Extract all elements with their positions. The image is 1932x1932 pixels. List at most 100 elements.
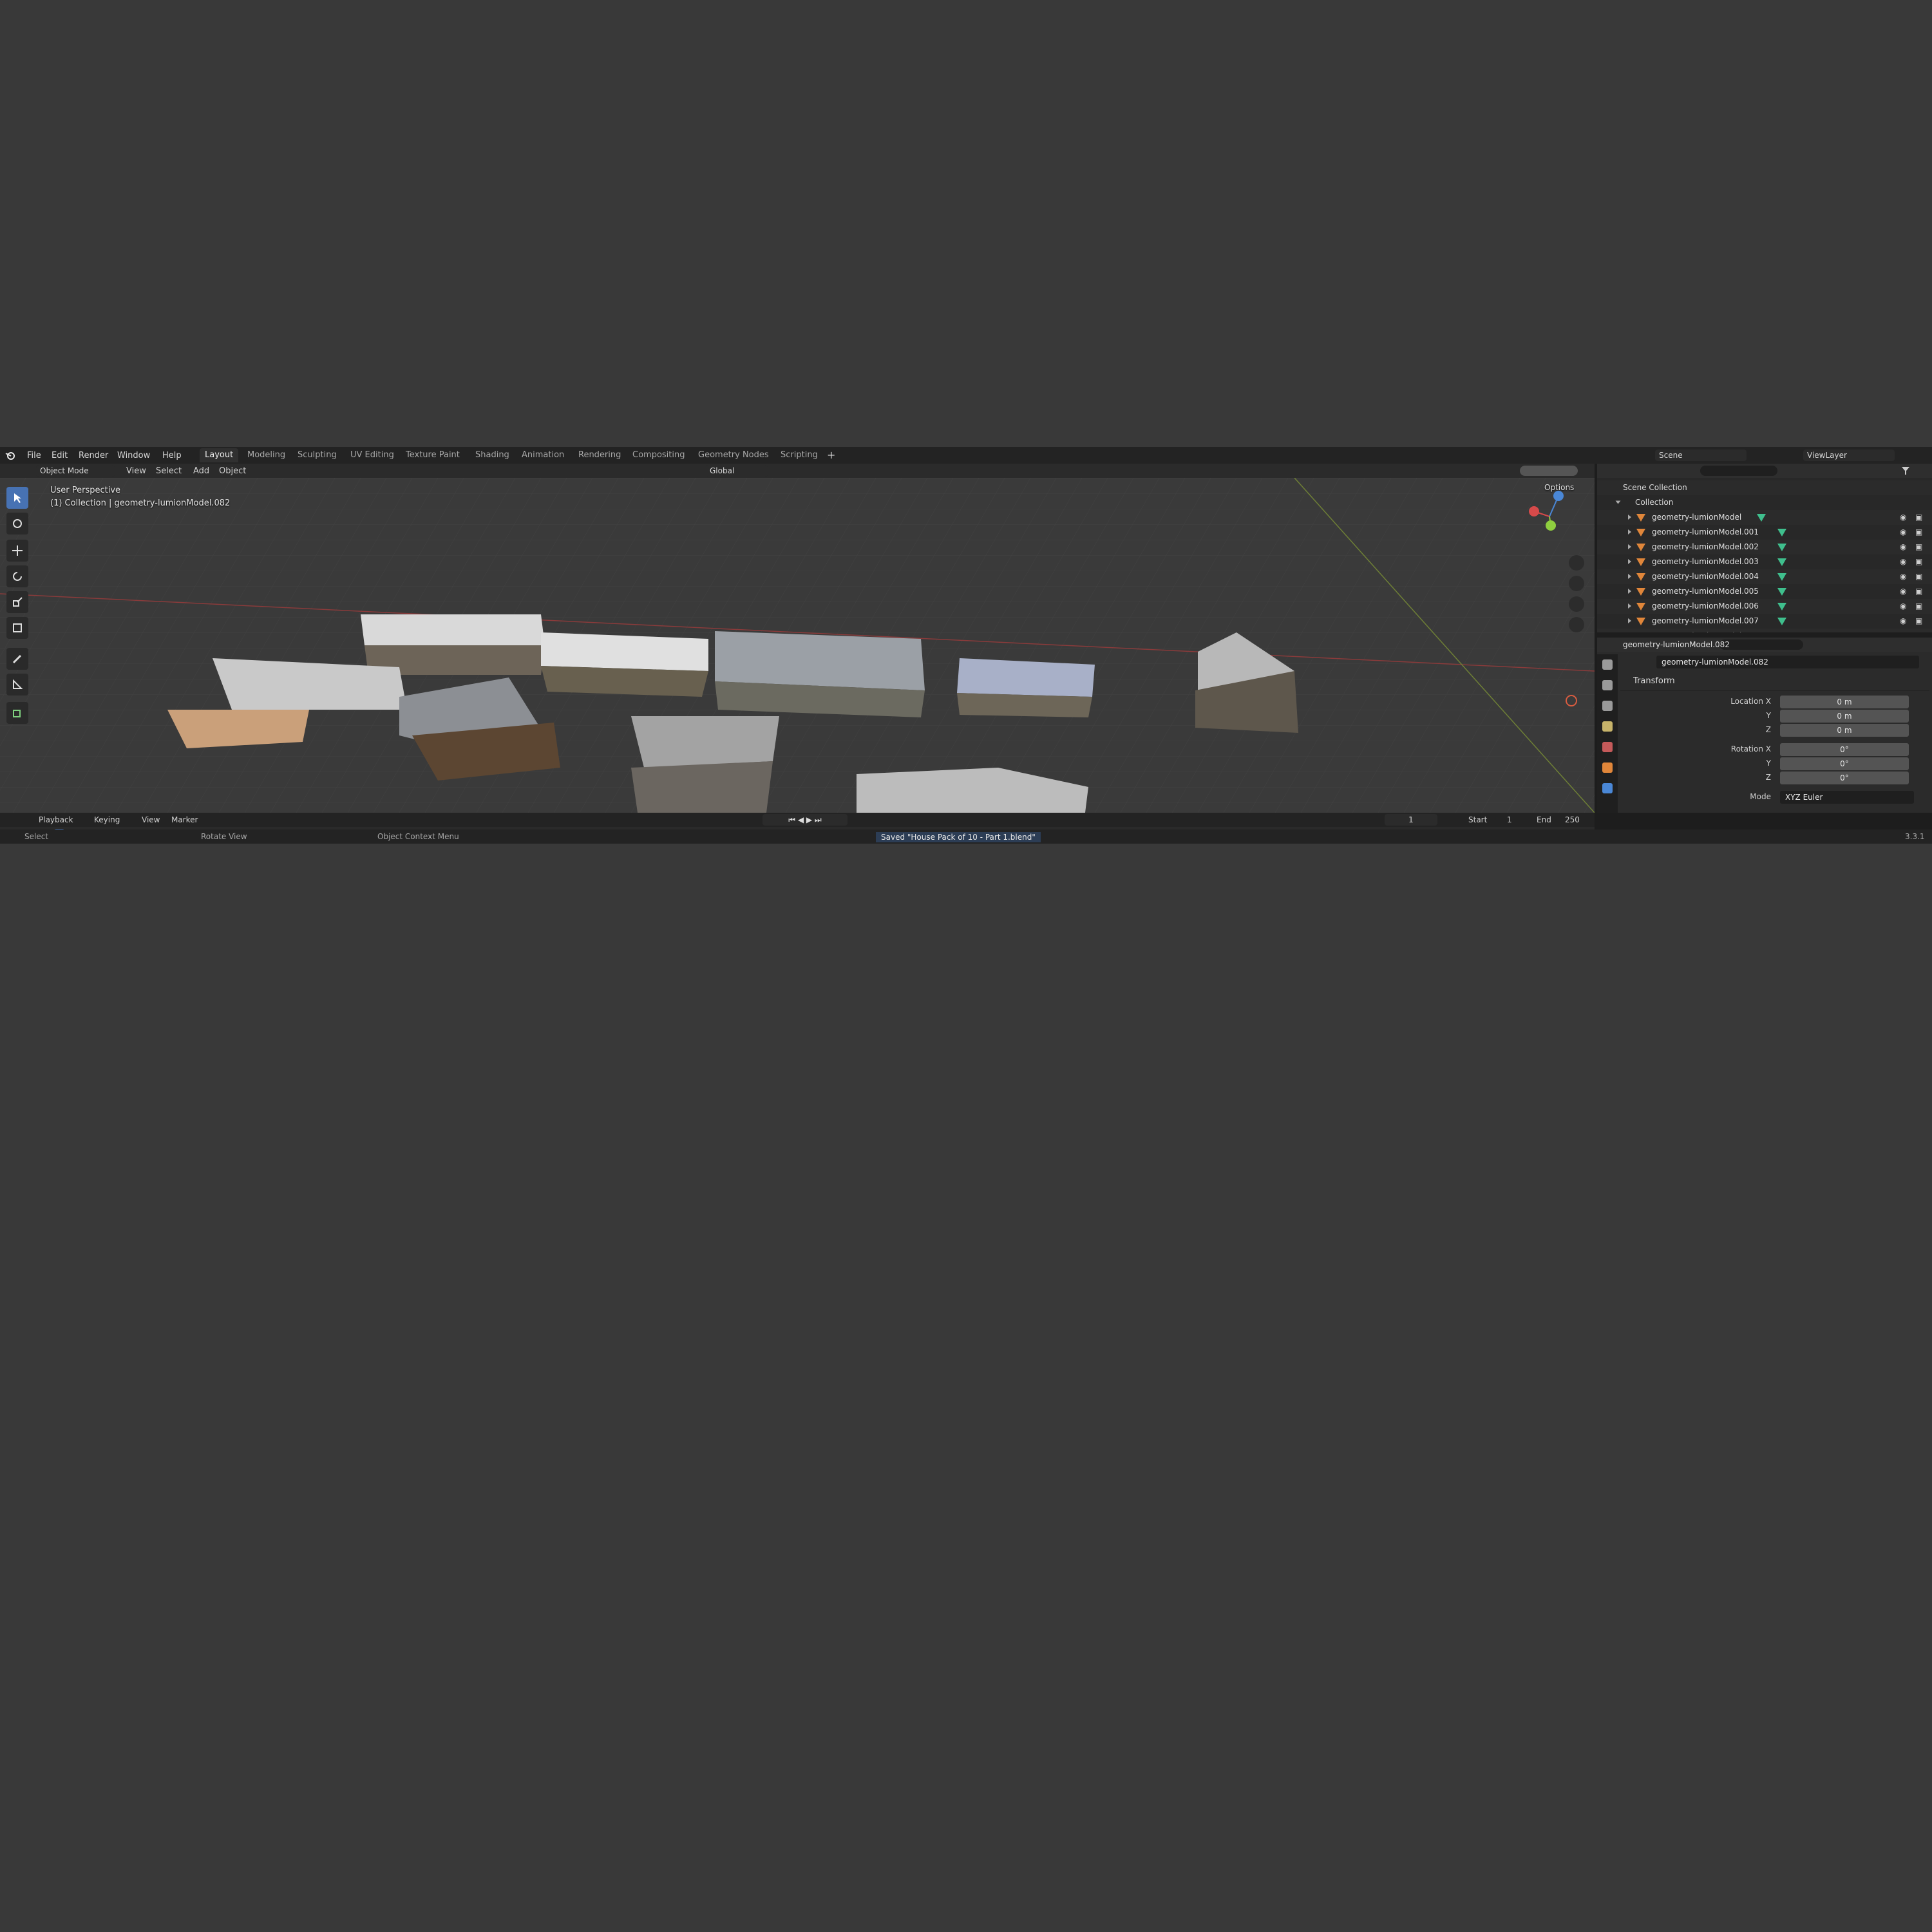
collection-row[interactable]: Collection (1597, 495, 1932, 510)
cursor-tool[interactable] (6, 513, 28, 535)
menu-help[interactable]: Help (162, 451, 182, 460)
render-camera-icon[interactable]: ▣ (1915, 599, 1922, 614)
outliner-item[interactable]: geometry-lumionModel.007 ◉ ▣ (1597, 614, 1932, 629)
tab-rendering[interactable]: Rendering (573, 448, 626, 462)
render-camera-icon[interactable]: ▣ (1915, 554, 1922, 569)
world-tab-icon[interactable] (1602, 742, 1613, 752)
rotate-tool[interactable] (6, 565, 28, 587)
tab-geometry-nodes[interactable]: Geometry Nodes (693, 448, 774, 462)
scale-tool[interactable] (6, 591, 28, 613)
move-tool[interactable] (6, 540, 28, 562)
outliner-search-input[interactable] (1700, 466, 1777, 476)
menu-edit[interactable]: Edit (52, 451, 68, 460)
end-field[interactable]: 250 (1565, 815, 1580, 824)
menu-view[interactable]: View (126, 466, 146, 476)
expand-icon[interactable] (1628, 618, 1631, 623)
output-tab-icon[interactable] (1602, 701, 1613, 711)
measure-tool[interactable] (6, 674, 28, 696)
visibility-eye-icon[interactable]: ◉ (1900, 599, 1906, 614)
transform-panel-header[interactable]: Transform (1620, 672, 1929, 691)
rotation-x-field[interactable]: 0° (1780, 743, 1909, 756)
render-camera-icon[interactable]: ▣ (1915, 629, 1922, 632)
current-frame-field[interactable]: 1 (1385, 814, 1437, 826)
view-layer-selector[interactable]: ViewLayer (1803, 450, 1895, 461)
expand-icon[interactable] (1628, 574, 1631, 579)
expand-icon[interactable] (1628, 544, 1631, 549)
outliner-item[interactable]: geometry-lumionModel.002 ◉ ▣ (1597, 540, 1932, 554)
tab-texture-paint[interactable]: Texture Paint (401, 448, 465, 462)
visibility-eye-icon[interactable]: ◉ (1900, 629, 1906, 632)
grid-icon[interactable] (1569, 617, 1584, 632)
visibility-eye-icon[interactable]: ◉ (1900, 510, 1906, 525)
menu-file[interactable]: File (27, 451, 41, 460)
expand-icon[interactable] (1628, 529, 1631, 535)
mode-selector[interactable]: Object Mode (36, 465, 115, 477)
outliner-item[interactable]: geometry-lumionModel.005 ◉ ▣ (1597, 584, 1932, 599)
menu-view[interactable]: View (142, 815, 160, 824)
expand-icon[interactable] (1615, 500, 1621, 504)
menu-playback[interactable]: Playback (39, 815, 73, 824)
menu-keying[interactable]: Keying (94, 815, 120, 824)
location-z-field[interactable]: 0 m (1780, 724, 1909, 737)
outliner-item[interactable]: geometry-lumionModel ◉ ▣ (1597, 510, 1932, 525)
shading-buttons[interactable] (1520, 466, 1578, 476)
modifier-tab-icon[interactable] (1602, 783, 1613, 793)
menu-marker[interactable]: Marker (171, 815, 198, 824)
render-camera-icon[interactable]: ▣ (1915, 510, 1922, 525)
select-box-tool[interactable] (6, 487, 28, 509)
scene-collection-row[interactable]: Scene Collection (1597, 480, 1932, 495)
tab-scripting[interactable]: Scripting (775, 448, 823, 462)
tab-modeling[interactable]: Modeling (242, 448, 290, 462)
add-workspace-icon[interactable]: + (827, 449, 835, 461)
playback-controls[interactable]: ⏮ ◀ ▶ ⏭ (762, 814, 848, 826)
outliner-item[interactable]: geometry-lumionModel.001 ◉ ▣ (1597, 525, 1932, 540)
render-camera-icon[interactable]: ▣ (1915, 569, 1922, 584)
outliner-item[interactable]: geometry-lumionModel.006 ◉ ▣ (1597, 599, 1932, 614)
tab-layout[interactable]: Layout (200, 448, 239, 462)
visibility-eye-icon[interactable]: ◉ (1900, 569, 1906, 584)
orientation-selector[interactable]: Global (706, 465, 768, 477)
menu-object[interactable]: Object (219, 466, 246, 476)
outliner-item[interactable]: geometry-lumionModel.008 ◉ ▣ (1597, 629, 1932, 632)
menu-render[interactable]: Render (79, 451, 108, 460)
location-y-field[interactable]: 0 m (1780, 710, 1909, 723)
tab-compositing[interactable]: Compositing (627, 448, 690, 462)
transform-tool[interactable] (6, 617, 28, 639)
rotation-z-field[interactable]: 0° (1780, 772, 1909, 784)
expand-icon[interactable] (1628, 515, 1631, 520)
pan-icon[interactable] (1569, 576, 1584, 591)
tab-uv-editing[interactable]: UV Editing (345, 448, 399, 462)
visibility-eye-icon[interactable]: ◉ (1900, 614, 1906, 629)
rotation-mode-select[interactable]: XYZ Euler (1780, 791, 1914, 804)
tab-sculpting[interactable]: Sculpting (292, 448, 342, 462)
object-name-field[interactable]: geometry-lumionModel.082 (1656, 656, 1919, 668)
tab-shading[interactable]: Shading (470, 448, 515, 462)
properties-search-input[interactable] (1719, 639, 1803, 650)
filter-icon[interactable] (1901, 466, 1910, 475)
render-camera-icon[interactable]: ▣ (1915, 540, 1922, 554)
render-camera-icon[interactable]: ▣ (1915, 525, 1922, 540)
render-camera-icon[interactable]: ▣ (1915, 614, 1922, 629)
tab-animation[interactable]: Animation (516, 448, 569, 462)
menu-window[interactable]: Window (117, 451, 150, 460)
render-tab-icon[interactable] (1602, 680, 1613, 690)
render-camera-icon[interactable]: ▣ (1915, 584, 1922, 599)
tool-tab-icon[interactable] (1602, 659, 1613, 670)
annotate-tool[interactable] (6, 648, 28, 670)
expand-icon[interactable] (1628, 603, 1631, 609)
visibility-eye-icon[interactable]: ◉ (1900, 540, 1906, 554)
camera-icon[interactable] (1569, 596, 1584, 612)
menu-select[interactable]: Select (156, 466, 182, 476)
visibility-eye-icon[interactable]: ◉ (1900, 525, 1906, 540)
visibility-eye-icon[interactable]: ◉ (1900, 554, 1906, 569)
scene-selector[interactable]: Scene (1655, 450, 1747, 461)
expand-icon[interactable] (1628, 559, 1631, 564)
scene-tab-icon[interactable] (1602, 721, 1613, 732)
outliner-item[interactable]: geometry-lumionModel.003 ◉ ▣ (1597, 554, 1932, 569)
location-x-field[interactable]: 0 m (1780, 696, 1909, 708)
expand-icon[interactable] (1628, 589, 1631, 594)
object-tab-icon[interactable] (1602, 762, 1613, 773)
zoom-icon[interactable] (1569, 555, 1584, 571)
rotation-y-field[interactable]: 0° (1780, 757, 1909, 770)
outliner-item[interactable]: geometry-lumionModel.004 ◉ ▣ (1597, 569, 1932, 584)
